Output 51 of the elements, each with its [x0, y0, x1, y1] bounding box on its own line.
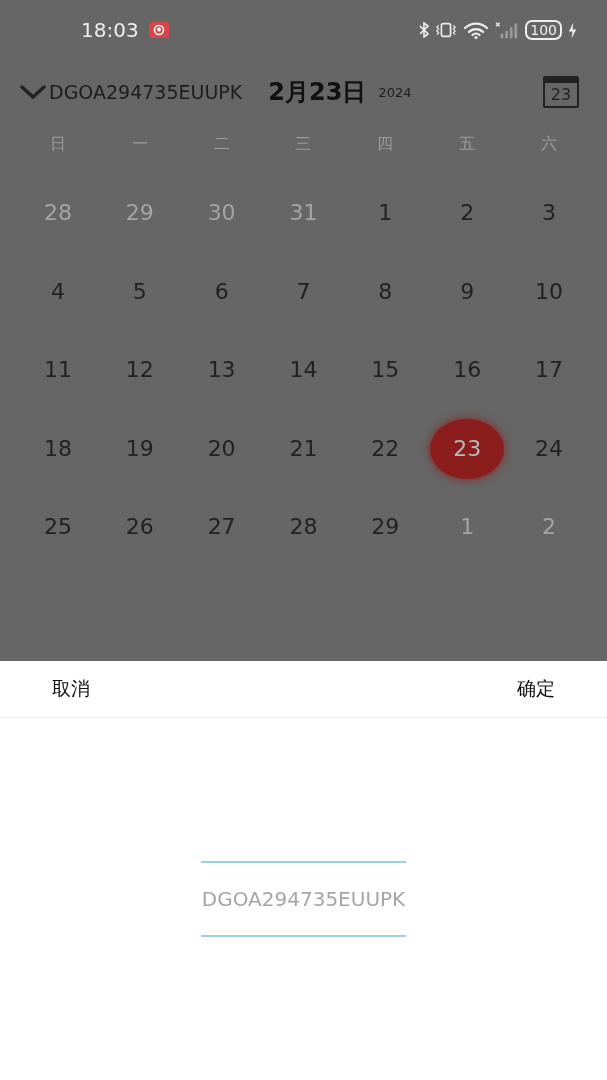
calendar-day[interactable]: 29: [348, 497, 423, 558]
year-label: 2024: [378, 84, 412, 100]
calendar-day[interactable]: 18: [20, 418, 95, 479]
calendar-day[interactable]: 27: [184, 497, 259, 558]
calendar-day[interactable]: 31: [266, 183, 341, 244]
calendar-day[interactable]: 11: [20, 340, 95, 401]
vibrate-icon: [435, 22, 458, 38]
calendar-day[interactable]: 20: [184, 418, 259, 479]
confirm-button[interactable]: 确定: [503, 670, 569, 708]
calendar-day[interactable]: 1: [348, 183, 423, 244]
status-time: 18:03: [81, 18, 139, 42]
calendar-day[interactable]: 26: [102, 497, 177, 558]
calendar-day[interactable]: 14: [266, 340, 341, 401]
picker-option[interactable]: DGOA294735EUUPK: [201, 885, 406, 913]
calendar-day[interactable]: 13: [184, 340, 259, 401]
calendar-day[interactable]: 8: [348, 261, 423, 322]
calendar-day[interactable]: 17: [512, 340, 587, 401]
signal-icon: [495, 21, 520, 39]
screen-record-icon: [148, 22, 169, 38]
date-title: 2月23日: [268, 77, 367, 108]
calendar-day[interactable]: 1: [430, 497, 505, 558]
calendar-day[interactable]: 28: [20, 183, 95, 244]
calendar-day[interactable]: 12: [102, 340, 177, 401]
calendar-day[interactable]: 4: [20, 261, 95, 322]
calendar-day[interactable]: 29: [102, 183, 177, 244]
calendar-day[interactable]: 2: [512, 497, 587, 558]
calendar-day[interactable]: 30: [184, 183, 259, 244]
chevron-down-icon[interactable]: [20, 85, 46, 99]
calendar-day[interactable]: 10: [512, 261, 587, 322]
calendar-day[interactable]: 24: [512, 418, 587, 479]
calendar-day[interactable]: 21: [266, 418, 341, 479]
calendar-day[interactable]: 15: [348, 340, 423, 401]
calendar-day[interactable]: 2: [430, 183, 505, 244]
calendar-day[interactable]: 9: [430, 261, 505, 322]
calendar-day[interactable]: 16: [430, 340, 505, 401]
calendar-day[interactable]: 25: [20, 497, 95, 558]
battery-indicator: 100: [525, 20, 562, 40]
wifi-icon: [463, 21, 490, 39]
calendar-day[interactable]: 28: [266, 497, 341, 558]
calendar-day[interactable]: 3: [512, 183, 587, 244]
bluetooth-icon: [419, 22, 430, 38]
calendar-day[interactable]: 5: [102, 261, 177, 322]
cancel-button[interactable]: 取消: [38, 670, 104, 708]
calendar-day[interactable]: 22: [348, 418, 423, 479]
calendar-day[interactable]: 23: [430, 418, 505, 479]
today-button[interactable]: 23: [543, 76, 579, 108]
calendar-day[interactable]: 19: [102, 418, 177, 479]
charging-icon: [568, 21, 577, 39]
calendar-day[interactable]: 6: [184, 261, 259, 322]
calendar-day[interactable]: 7: [266, 261, 341, 322]
device-selector[interactable]: DGOA294735EUUPK: [49, 81, 243, 103]
